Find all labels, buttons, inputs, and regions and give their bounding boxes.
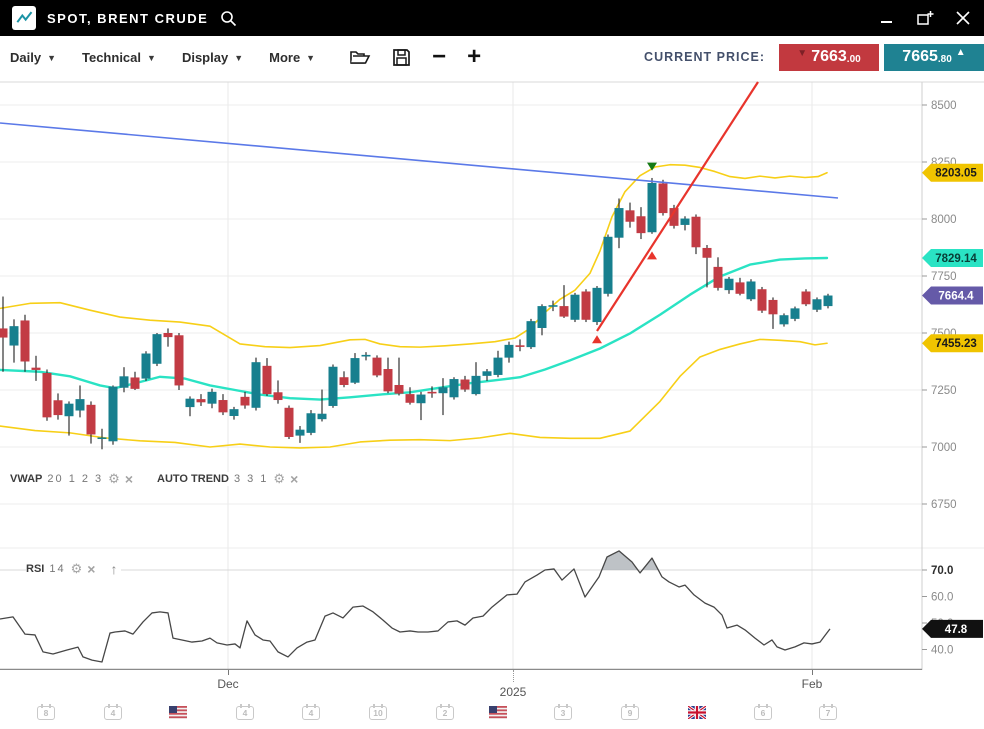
autotrend-settings-gear-icon[interactable]: ⚙ <box>273 473 285 485</box>
uk-flag-icon[interactable] <box>688 706 706 724</box>
rsi-indicator-label: RSI <box>26 563 44 575</box>
window-titlebar: SPOT, BRENT CRUDE <box>0 0 984 36</box>
bollinger-lower-band <box>0 339 827 448</box>
menu-daily[interactable]: Daily▼ <box>10 50 56 65</box>
vwap-indicator-label: VWAP <box>10 473 42 485</box>
svg-text:8500: 8500 <box>931 100 957 112</box>
svg-text:8000: 8000 <box>931 214 957 226</box>
svg-text:8203.05: 8203.05 <box>935 168 977 180</box>
open-folder-icon[interactable] <box>349 48 371 66</box>
menu-more[interactable]: More▼ <box>269 50 315 65</box>
calendar-event-icon[interactable]: 10 <box>369 706 387 720</box>
rsi-remove-icon[interactable]: × <box>87 563 95 575</box>
app-logo-icon <box>12 6 36 30</box>
us-flag-icon[interactable] <box>169 706 187 724</box>
year-label-2025: 2025 <box>500 685 527 699</box>
minimize-button[interactable] <box>880 11 894 25</box>
calendar-event-icon[interactable]: 4 <box>302 706 320 720</box>
chart-toolbar: Daily▼ Technical▼ Display▼ More▼ − + CURREN… <box>0 36 984 78</box>
overlay-indicator-labels: VWAP 20 1 2 3 ⚙ × AUTO TREND 3 3 1 ⚙ × <box>10 472 302 486</box>
price-axis-labels: 8500825080007750750072507000675070.060.0… <box>922 100 957 657</box>
svg-text:6750: 6750 <box>931 499 957 511</box>
calendar-event-icon[interactable]: 8 <box>37 706 55 720</box>
window-title: SPOT, BRENT CRUDE <box>47 11 208 26</box>
month-label-feb: Feb <box>802 677 823 691</box>
month-label-dec: Dec <box>217 677 238 691</box>
year-dotted-tick <box>513 670 514 682</box>
svg-text:70.0: 70.0 <box>931 565 953 577</box>
close-button[interactable] <box>956 11 970 25</box>
svg-text:60.0: 60.0 <box>931 592 953 604</box>
svg-text:7750: 7750 <box>931 271 957 283</box>
blue-trendline[interactable] <box>0 123 838 198</box>
menu-technical[interactable]: Technical▼ <box>82 50 156 65</box>
zoom-in-button[interactable]: + <box>467 47 481 67</box>
rsi-move-up-arrow-icon[interactable]: ↑ <box>110 561 117 577</box>
svg-text:7829.14: 7829.14 <box>935 253 977 265</box>
price-up-arrow-icon: ▲ <box>956 47 966 58</box>
calendar-event-icon[interactable]: 2 <box>436 706 454 720</box>
chevron-down-icon: ▼ <box>306 51 315 63</box>
us-flag-icon[interactable] <box>489 706 507 724</box>
rsi-line <box>0 551 830 662</box>
calendar-event-icon[interactable]: 7 <box>819 706 837 720</box>
svg-text:7664.4: 7664.4 <box>938 291 974 303</box>
rsi-overbought-shading <box>545 551 658 570</box>
chevron-down-icon: ▼ <box>147 51 156 63</box>
bid-price-badge: ▼ 7663 .00 <box>779 44 879 71</box>
calendar-event-icon[interactable]: 4 <box>104 706 122 720</box>
save-icon[interactable] <box>392 48 411 67</box>
bid-price: 7663 <box>811 48 847 66</box>
red-trendline[interactable] <box>597 82 758 331</box>
rsi-indicator-labels: RSI 14 ⚙ × ↑ <box>26 560 121 578</box>
ask-price-badge: 7665 .80 ▲ <box>884 44 984 71</box>
svg-text:7000: 7000 <box>931 442 957 454</box>
calendar-event-icon[interactable]: 4 <box>236 706 254 720</box>
svg-text:7250: 7250 <box>931 385 957 397</box>
vwap-settings-gear-icon[interactable]: ⚙ <box>108 473 120 485</box>
popout-button[interactable] <box>916 10 934 26</box>
autotrend-remove-icon[interactable]: × <box>290 473 298 485</box>
chevron-down-icon: ▼ <box>234 51 243 63</box>
chart-area: 8500825080007750750072507000675070.060.0… <box>0 78 984 670</box>
chart-canvas[interactable]: 8500825080007750750072507000675070.060.0… <box>0 78 984 670</box>
zoom-out-button[interactable]: − <box>432 47 446 67</box>
price-down-arrow-icon: ▼ <box>797 48 807 59</box>
current-price-label: CURRENT PRICE: <box>644 50 765 64</box>
vwap-remove-icon[interactable]: × <box>125 473 133 485</box>
svg-text:40.0: 40.0 <box>931 645 953 657</box>
buy-signal-icon <box>592 335 602 343</box>
calendar-event-icon[interactable]: 9 <box>621 706 639 720</box>
time-axis-footer: Dec 2025 Feb 8 4 4 4 10 2 3 9 6 7 <box>0 670 984 729</box>
feb-tick <box>812 670 813 675</box>
menu-display[interactable]: Display▼ <box>182 50 243 65</box>
search-icon[interactable] <box>220 10 237 27</box>
autotrend-indicator-label: AUTO TREND <box>157 473 229 485</box>
menu-bar: Daily▼ Technical▼ Display▼ More▼ <box>10 50 341 65</box>
chevron-down-icon: ▼ <box>47 51 56 63</box>
ask-price: 7665 <box>902 48 938 66</box>
calendar-event-icon[interactable]: 3 <box>554 706 572 720</box>
svg-text:47.8: 47.8 <box>945 624 968 636</box>
calendar-event-icon[interactable]: 6 <box>754 706 772 720</box>
svg-text:7455.23: 7455.23 <box>935 338 977 350</box>
rsi-settings-gear-icon[interactable]: ⚙ <box>71 563 83 575</box>
dec-tick <box>228 670 229 675</box>
